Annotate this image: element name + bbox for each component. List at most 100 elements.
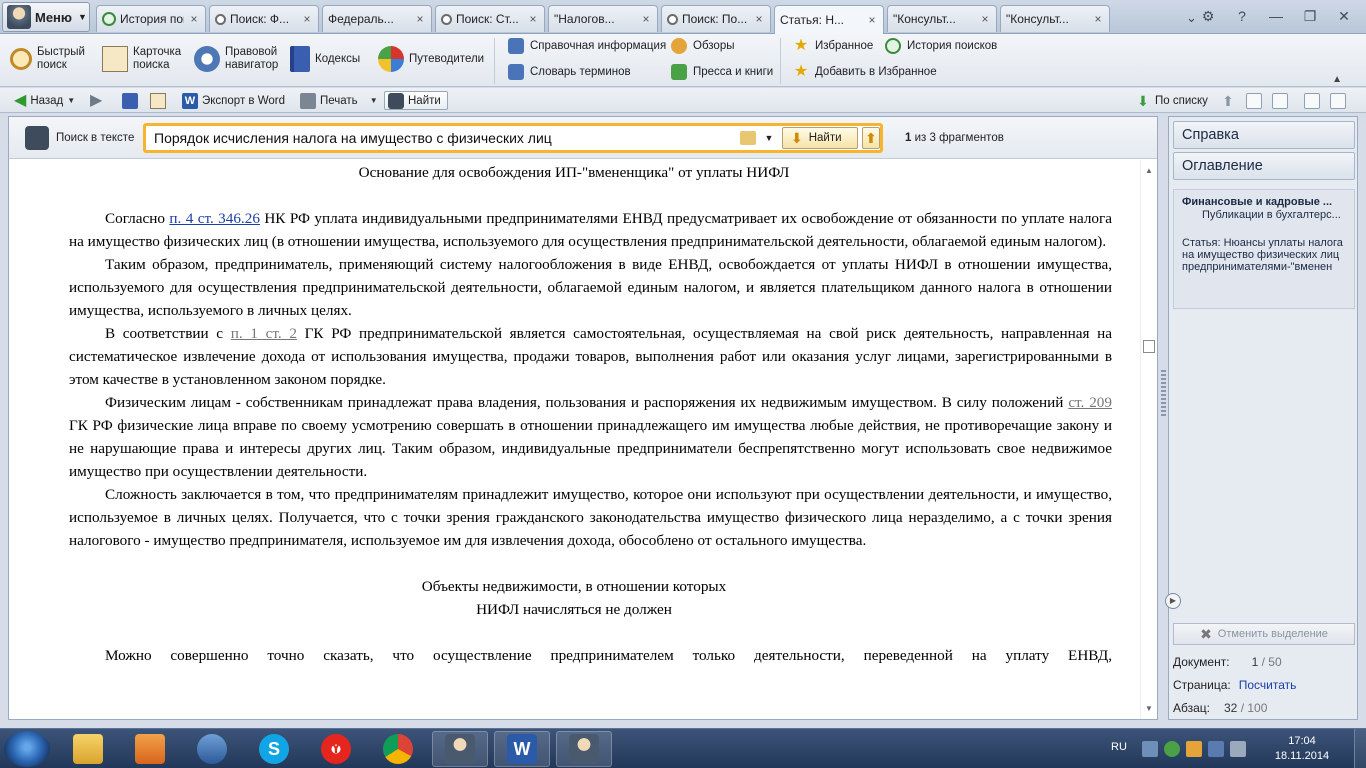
tab-search-1[interactable]: Поиск: Ф... × bbox=[209, 5, 319, 32]
tab-search-3[interactable]: Поиск: По... × bbox=[661, 5, 771, 32]
scroll-down-icon[interactable]: ▼ bbox=[1145, 704, 1153, 713]
guides-button[interactable]: Путеводители bbox=[378, 46, 484, 72]
card-search-button[interactable]: Карточка поиска bbox=[102, 46, 181, 72]
minimize-icon[interactable]: — bbox=[1264, 6, 1288, 26]
find-next-button[interactable]: ⬇ Найти bbox=[782, 127, 858, 149]
doc-remove-button[interactable] bbox=[1272, 91, 1288, 110]
law-link[interactable]: ст. 209 bbox=[1068, 394, 1112, 411]
folder-button[interactable] bbox=[150, 91, 166, 110]
reference-info-button[interactable]: Справочная информация bbox=[508, 38, 666, 54]
up-button[interactable]: ⬆ bbox=[1220, 91, 1236, 110]
close-icon[interactable]: × bbox=[640, 12, 652, 26]
close-icon[interactable]: × bbox=[301, 12, 313, 26]
scroll-up-icon[interactable]: ▲ bbox=[1145, 166, 1153, 175]
tab-document-3[interactable]: "Консульт... × bbox=[96, 5, 997, 62]
card-subtitle: Публикации в бухгалтерс... bbox=[1202, 209, 1341, 221]
search-input[interactable]: Порядок исчисления налога на имущество с… bbox=[143, 123, 883, 153]
close-icon[interactable]: × bbox=[753, 12, 765, 26]
restore-icon[interactable]: ❐ bbox=[1298, 6, 1322, 26]
count-pages-link[interactable]: Посчитать bbox=[1239, 678, 1297, 692]
print-label: Печать bbox=[320, 94, 358, 107]
search-icon bbox=[215, 13, 226, 25]
clock[interactable]: 17:04 18.11.2014 bbox=[1262, 734, 1342, 764]
language-indicator[interactable]: RU bbox=[1111, 741, 1127, 753]
help-tab[interactable]: Справка bbox=[1173, 121, 1355, 149]
find-toggle-button[interactable]: Найти bbox=[384, 91, 448, 110]
close-icon[interactable]: × bbox=[188, 12, 200, 26]
close-icon[interactable]: × bbox=[979, 12, 991, 26]
reviews-button[interactable]: Обзоры bbox=[671, 38, 734, 54]
doc-add-button[interactable] bbox=[1246, 91, 1262, 110]
law-link[interactable]: п. 4 ст. 346.26 bbox=[169, 210, 260, 227]
settings-icon[interactable]: ⚙ bbox=[1196, 6, 1220, 26]
tray-plus-icon[interactable] bbox=[1164, 741, 1180, 757]
search-history-button[interactable]: История поисков bbox=[885, 38, 997, 54]
find-previous-button[interactable]: ⬆ bbox=[862, 127, 880, 149]
zoom-in-button[interactable] bbox=[1304, 91, 1320, 110]
printer-icon bbox=[300, 92, 316, 109]
document-info-card[interactable]: Финансовые и кадровые ... Публикации в б… bbox=[1173, 189, 1355, 309]
taskbar-word[interactable]: W bbox=[494, 731, 550, 767]
chevron-down-icon[interactable]: ▼ bbox=[67, 96, 75, 105]
menu-button[interactable]: Меню ▼ bbox=[2, 2, 90, 32]
favorites-button[interactable]: ★ Избранное bbox=[793, 38, 873, 54]
tab-label: "Консульт... bbox=[1006, 12, 1069, 26]
taskbar-consultant-2[interactable] bbox=[556, 731, 612, 767]
close-icon[interactable]: × bbox=[1092, 12, 1104, 26]
print-button[interactable]: Печать ▼ bbox=[300, 91, 378, 110]
expand-icon[interactable]: ▶ bbox=[1165, 593, 1181, 609]
taskbar-consultant[interactable] bbox=[432, 731, 488, 767]
panel-splitter[interactable] bbox=[1161, 370, 1166, 418]
close-icon[interactable]: × bbox=[527, 12, 539, 26]
taskbar-chrome[interactable] bbox=[370, 731, 426, 767]
vertical-scrollbar[interactable]: ▲ ▼ bbox=[1140, 160, 1157, 719]
scroll-thumb[interactable] bbox=[1143, 340, 1155, 353]
font-size-button[interactable] bbox=[1330, 91, 1346, 110]
tab-document-2[interactable]: "Налогов... × bbox=[96, 5, 658, 62]
unselect-button[interactable]: ✖ Отменить выделение bbox=[1173, 623, 1355, 645]
taskbar-explorer[interactable] bbox=[60, 731, 116, 767]
legal-navigator-button[interactable]: Правовой навигатор bbox=[194, 46, 278, 72]
tray-arrow-icon[interactable] bbox=[1142, 741, 1158, 757]
save-button[interactable] bbox=[122, 91, 138, 110]
taskbar-yandex[interactable]: Y bbox=[308, 731, 364, 767]
taskbar-skype[interactable]: S bbox=[246, 731, 302, 767]
tab-document-1[interactable]: Федераль... × bbox=[96, 5, 432, 62]
back-button[interactable]: ◀ Назад ▼ bbox=[14, 91, 75, 110]
codes-button[interactable]: Кодексы bbox=[290, 46, 360, 72]
eraser-icon[interactable] bbox=[740, 131, 756, 145]
chevron-down-icon[interactable]: ▼ bbox=[762, 128, 776, 148]
close-icon[interactable]: × bbox=[866, 13, 878, 27]
help-icon[interactable]: ? bbox=[1230, 6, 1254, 26]
tray-app-icon[interactable] bbox=[1186, 741, 1202, 757]
close-icon[interactable]: × bbox=[414, 12, 426, 26]
paragraph: Можно совершенно точно сказать, что осущ… bbox=[105, 647, 1112, 664]
network-icon[interactable] bbox=[1208, 741, 1224, 757]
collapse-ribbon-icon[interactable]: ▲ bbox=[1332, 74, 1342, 85]
close-window-icon[interactable]: ✕ bbox=[1332, 6, 1356, 26]
chevron-down-icon[interactable]: ▼ bbox=[370, 96, 378, 105]
press-books-button[interactable]: Пресса и книги bbox=[671, 64, 773, 80]
by-list-button[interactable]: ⬇ По списку bbox=[1135, 91, 1208, 110]
star-icon: ★ bbox=[793, 37, 809, 54]
tab-document-4[interactable]: "Консульт... × bbox=[96, 5, 1110, 62]
start-button[interactable] bbox=[4, 731, 50, 767]
add-favorites-button[interactable]: ★ Добавить в Избранное bbox=[793, 64, 937, 80]
export-word-button[interactable]: W Экспорт в Word bbox=[182, 91, 285, 110]
binoculars-icon bbox=[25, 126, 49, 150]
taskbar-media-player[interactable] bbox=[122, 731, 178, 767]
toc-tab[interactable]: Оглавление bbox=[1173, 152, 1355, 180]
show-desktop-button[interactable] bbox=[1354, 729, 1366, 768]
tab-article-active[interactable]: Статья: Н... × bbox=[96, 5, 884, 62]
paragraph-current: 32 bbox=[1224, 701, 1238, 715]
tab-search-2[interactable]: Поиск: Ст... × bbox=[435, 5, 545, 32]
card-title: Финансовые и кадровые ... bbox=[1182, 196, 1333, 208]
forward-button[interactable]: ▶ bbox=[90, 91, 102, 110]
volume-icon[interactable] bbox=[1230, 741, 1246, 757]
taskbar-volume[interactable] bbox=[184, 731, 240, 767]
glossary-button[interactable]: Словарь терминов bbox=[508, 64, 631, 80]
paragraph: Сложность заключается в том, что предпри… bbox=[69, 486, 1112, 549]
law-link[interactable]: п. 1 ст. 2 bbox=[231, 325, 297, 342]
tab-search-history[interactable]: История поисков × bbox=[96, 5, 206, 32]
quick-search-button[interactable]: Быстрый поиск bbox=[10, 46, 85, 72]
